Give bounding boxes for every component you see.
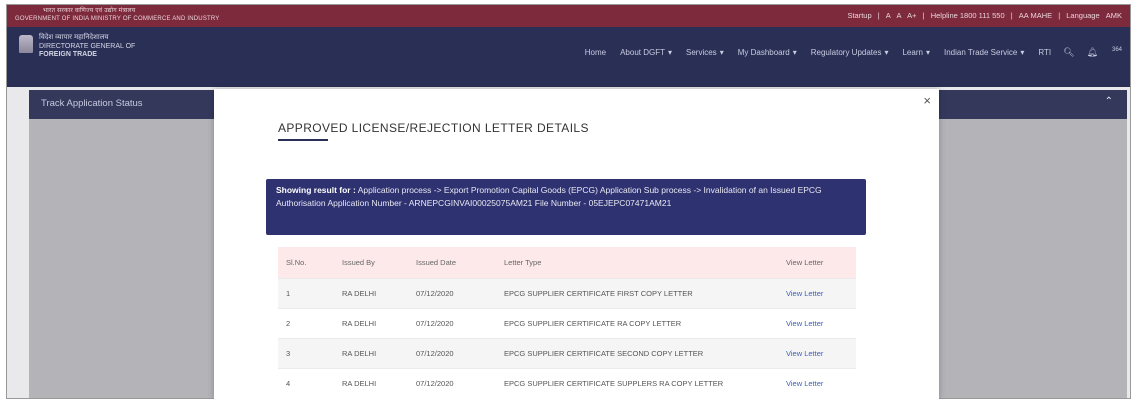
nav-item-services-label: Services [686,48,717,57]
header-sl-no: Sl.No. [286,258,307,267]
nav-item-trade-service[interactable]: Indian Trade Service ▾ [944,48,1024,57]
cell-sl-no: 2 [278,308,334,339]
font-normal-button[interactable]: A [896,11,901,20]
cell-sl-no: 3 [278,338,334,369]
dgft-logo[interactable]: विदेश व्यापार महानिदेशालय DIRECTORATE GE… [39,34,135,60]
view-letter-link[interactable]: View Letter [778,278,856,309]
cell-issued-date: 07/12/2020 [408,368,496,398]
view-letter-link[interactable]: View Letter [778,308,856,339]
modal-title: APPROVED LICENSE/REJECTION LETTER DETAIL… [278,121,589,135]
bell-icon[interactable]: 🔔︎ 364 [1087,47,1122,58]
separator: | [877,11,880,20]
cell-sl-no: 1 [278,278,334,309]
view-letter-link[interactable]: View Letter [778,368,856,398]
table-header-row: Sl.No. Issued By Issued Date Letter Type… [278,247,856,279]
cell-issued-by: RA DELHI [334,308,408,339]
cell-letter-type: EPCG SUPPLIER CERTIFICATE SECOND COPY LE… [496,338,778,369]
cell-letter-type: EPCG SUPPLIER CERTIFICATE SUPPLERS RA CO… [496,368,778,398]
nav-item-dashboard[interactable]: My Dashboard ▾ [738,48,797,57]
chevron-up-icon[interactable]: ⌃ [1105,96,1113,107]
table-row: 1 RA DELHI 07/12/2020 EPCG SUPPLIER CERT… [278,278,856,309]
nav-item-rti[interactable]: RTI [1038,48,1051,57]
nav-item-learn-label: Learn [902,48,923,57]
cell-sl-no: 4 [278,368,334,398]
chevron-down-icon: ▾ [1020,48,1025,57]
letters-table: Sl.No. Issued By Issued Date Letter Type… [278,247,856,398]
nav-item-trade-service-label: Indian Trade Service [943,48,1018,57]
nav-item-about[interactable]: About DGFT ▾ [620,48,672,57]
header-view-letter: View Letter [786,258,824,267]
cell-letter-type: EPCG SUPPLIER CERTIFICATE FIRST COPY LET… [496,278,778,309]
result-text: Application process -> Export Promotion … [276,185,822,208]
cell-issued-date: 07/12/2020 [408,308,496,339]
table-row: 4 RA DELHI 07/12/2020 EPCG SUPPLIER CERT… [278,368,856,398]
cell-issued-date: 07/12/2020 [408,338,496,369]
nav-item-services[interactable]: Services ▾ [686,48,724,57]
notification-count: 364 [1111,47,1122,53]
gov-english-line: GOVERNMENT OF INDIA MINISTRY OF COMMERCE… [15,16,220,22]
chevron-down-icon: ▾ [925,48,930,57]
font-small-button[interactable]: A [886,11,891,20]
utility-links: Startup | A A A+ | Helpline 1800 111 550… [843,11,1122,20]
table-row: 3 RA DELHI 07/12/2020 EPCG SUPPLIER CERT… [278,338,856,369]
helpline-link[interactable]: Helpline 1800 111 550 [931,11,1005,20]
separator: | [1010,11,1013,20]
header-letter-type: Letter Type [504,258,542,267]
font-large-button[interactable]: A+ [907,11,916,20]
separator: | [1058,11,1061,20]
cell-issued-by: RA DELHI [334,338,408,369]
brand-hindi: विदेश व्यापार महानिदेशालय [39,34,109,41]
header-issued-by: Issued By [342,258,375,267]
nav-item-about-label: About DGFT [620,48,665,57]
title-underline [278,139,328,141]
nav-item-learn[interactable]: Learn ▾ [902,48,929,57]
startup-link[interactable]: Startup [847,11,871,20]
cell-issued-by: RA DELHI [334,278,408,309]
brand-line1: DIRECTORATE GENERAL OF [39,42,136,50]
language-dropdown[interactable]: Language [1066,11,1099,20]
table-row: 2 RA DELHI 07/12/2020 EPCG SUPPLIER CERT… [278,308,856,339]
close-icon[interactable]: × [923,93,931,108]
utility-bar: भारत सरकार वाणिज्य एवं उद्योग मंत्रालय G… [7,5,1130,27]
view-letter-link[interactable]: View Letter [778,338,856,369]
cell-issued-by: RA DELHI [334,368,408,398]
nav-item-dashboard-label: My Dashboard [737,48,790,57]
chevron-down-icon: ▾ [792,48,797,57]
nav-menu: Home About DGFT ▾ Services ▾ My Dashboard ▾… [571,47,1122,58]
result-summary: Showing result for : Application process… [266,179,866,235]
chevron-down-icon: ▾ [667,48,672,57]
national-emblem-icon [19,35,33,53]
header-issued-date: Issued Date [416,258,457,267]
government-label: भारत सरकार वाणिज्य एवं उद्योग मंत्रालय G… [15,7,220,23]
letter-details-modal: × APPROVED LICENSE/REJECTION LETTER DETA… [214,89,939,399]
account-dropdown[interactable]: AMK [1106,11,1122,20]
user-menu[interactable]: AA MAHE [1019,11,1052,20]
cell-issued-date: 07/12/2020 [408,278,496,309]
letters-table-container: Sl.No. Issued By Issued Date Letter Type… [278,247,856,398]
nav-item-regulatory[interactable]: Regulatory Updates ▾ [811,48,889,57]
brand-line2: FOREIGN TRADE [39,51,97,58]
gov-hindi-line: भारत सरकार वाणिज्य एवं उद्योग मंत्रालय [43,8,136,14]
nav-item-regulatory-label: Regulatory Updates [810,48,882,57]
search-icon[interactable]: 🔍︎ [1063,47,1074,58]
track-status-title: Track Application Status [41,98,143,109]
main-navbar: विदेश व्यापार महानिदेशालय DIRECTORATE GE… [7,27,1130,87]
chevron-down-icon: ▾ [719,48,724,57]
nav-item-home[interactable]: Home [585,48,606,57]
cell-letter-type: EPCG SUPPLIER CERTIFICATE RA COPY LETTER [496,308,778,339]
chevron-down-icon: ▾ [884,48,889,57]
result-label: Showing result for : [276,185,356,195]
separator: | [922,11,925,20]
